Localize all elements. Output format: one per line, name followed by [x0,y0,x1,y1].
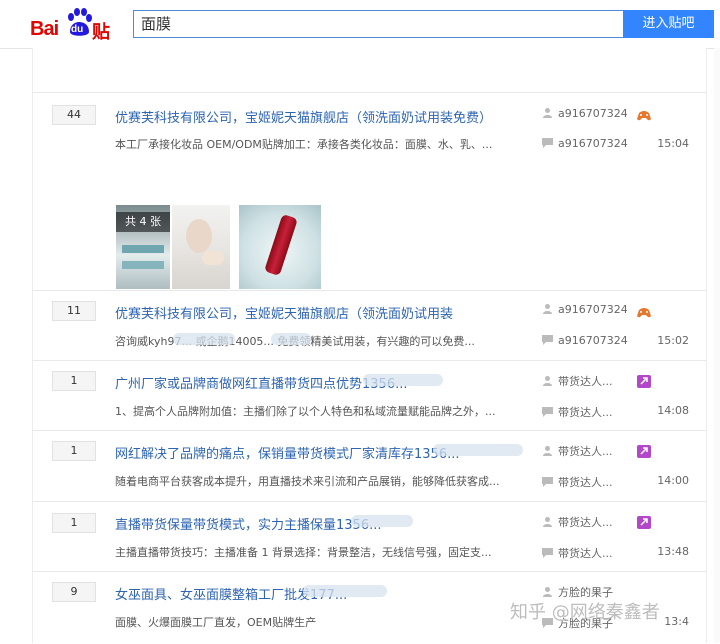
thread-title-link[interactable]: 直播带货保量带货模式，实力主播保量1356... [115,514,381,533]
reply-count: 44 [52,105,96,125]
last-reply-user[interactable]: 带货达人... [542,545,613,561]
redaction-blur [363,374,443,386]
thread-time: 15:02 [657,334,689,347]
last-reply-user[interactable]: 带货达人... [542,474,613,490]
thread-row: 1 网红解决了品牌的痛点，保销量带货模式厂家清库存1356... 随着电商平台获… [33,430,706,502]
last-reply-user[interactable]: a916707324 [542,334,628,347]
image-count-badge: 共 4 张 [116,212,170,232]
last-reply-name: a916707324 [558,334,628,347]
reply-count: 9 [52,582,96,602]
arrow-badge-icon [637,443,651,458]
author-name: 带货达人... [558,516,613,529]
search-input[interactable]: 面膜 [133,10,623,38]
redaction-blur [271,333,311,345]
thread-time: 14:00 [657,474,689,487]
baidu-tieba-logo[interactable]: Bai du 贴吧 [30,8,126,69]
reply-count: 1 [52,371,96,391]
arrow-badge-icon [637,373,651,388]
redaction-blur [173,333,235,345]
logo-text-du: du [71,24,84,35]
thread-author[interactable]: 带货达人... [542,514,613,530]
redaction-blur [303,585,387,597]
user-icon [542,375,553,386]
author-name: a916707324 [558,107,628,120]
thread-image-3[interactable] [239,205,321,289]
photo-shelf [122,261,164,269]
thread-time: 13:4 [664,615,689,628]
photo-shelf [122,245,164,253]
thread-author[interactable]: 带货达人... [542,443,613,459]
thread-title-link[interactable]: 网红解决了品牌的痛点，保销量带货模式厂家清库存1356... [115,443,459,462]
photo-face [186,219,212,253]
thread-row: 1 直播带货保量带货模式，实力主播保量1356... 主播直播带货技巧：主播准备… [33,501,706,572]
last-reply-name: a916707324 [558,137,628,150]
author-name: 带货达人... [558,375,613,388]
thread-author[interactable]: a916707324 [542,107,628,120]
thread-author[interactable]: 带货达人... [542,373,613,389]
thread-title-link[interactable]: 优赛芙科技有限公司，宝姬妮天猫旗舰店（领洗面奶试用装免费） [115,107,492,126]
thread-time: 15:04 [657,137,689,150]
user-icon [542,445,553,456]
thread-abstract: 主播直播带货技巧：主播准备 1 背景选择：背景整洁，无线信号强，固定支... [115,546,492,559]
author-name: 带货达人... [558,445,613,458]
user-icon [542,586,553,597]
reply-count: 1 [52,513,96,533]
thread-row: 11 优赛芙科技有限公司，宝姬妮天猫旗舰店（领洗面奶试用装 咨询威kyh97..… [33,290,706,361]
thread-list: 44 优赛芙科技有限公司，宝姬妮天猫旗舰店（领洗面奶试用装免费） 本工厂承接化妆… [32,48,707,643]
last-reply-name: 带货达人... [558,406,613,419]
last-reply-name: 带货达人... [558,476,613,489]
thread-title-link[interactable]: 优赛芙科技有限公司，宝姬妮天猫旗舰店（领洗面奶试用装 [115,303,453,322]
thread-author[interactable]: a916707324 [542,303,628,316]
enter-tieba-button[interactable]: 进入贴吧 [623,10,714,38]
last-reply-name: 带货达人... [558,547,613,560]
reply-count: 1 [52,441,96,461]
redaction-blur [433,444,523,456]
last-reply-user[interactable]: 带货达人... [542,404,613,420]
user-icon [542,516,553,527]
scrollbar[interactable] [714,48,720,643]
comment-icon [542,334,553,345]
thread-time: 13:48 [657,545,689,558]
user-icon [542,303,553,314]
zhihu-watermark: 知乎 @网络秦鑫者 [510,602,660,623]
photo-tube [264,213,298,277]
comment-icon [542,137,553,148]
thread-row: 1 广州厂家或品牌商做网红直播带货四点优势1356... 1、提高个人品牌附加值… [33,360,706,431]
thread-abstract: 1、提高个人品牌附加值：主播们除了以个人特色和私域流量赋能品牌之外，... [115,405,496,418]
comment-icon [542,406,553,417]
photo-hand [202,251,224,265]
logo-text-bai: Bai [30,18,59,40]
thread-abstract: 本工厂承接化妆品 OEM/ODM贴牌加工：承接各类化妆品：面膜、水、乳、... [115,138,493,151]
top-header: Bai du 贴吧 面膜 进入贴吧 [0,0,720,69]
redaction-blur [351,515,413,527]
arrow-badge-icon [637,514,651,529]
thread-abstract: 面膜、火爆面膜工厂直发，OEM贴牌生产 [115,616,317,629]
thread-image-1[interactable]: 共 4 张 [116,205,170,289]
thread-time: 14:08 [657,404,689,417]
game-controller-icon [637,304,651,318]
author-name: a916707324 [558,303,628,316]
user-icon [542,107,553,118]
reply-count: 11 [52,301,96,321]
comment-icon [542,476,553,487]
game-controller-icon [637,107,651,121]
comment-icon [542,547,553,558]
last-reply-user[interactable]: a916707324 [542,137,628,150]
thread-image-2[interactable] [172,205,230,289]
thread-abstract: 随着电商平台获客成本提升，用直播技术来引流和产品展销，能够降低获客成... [115,475,500,488]
